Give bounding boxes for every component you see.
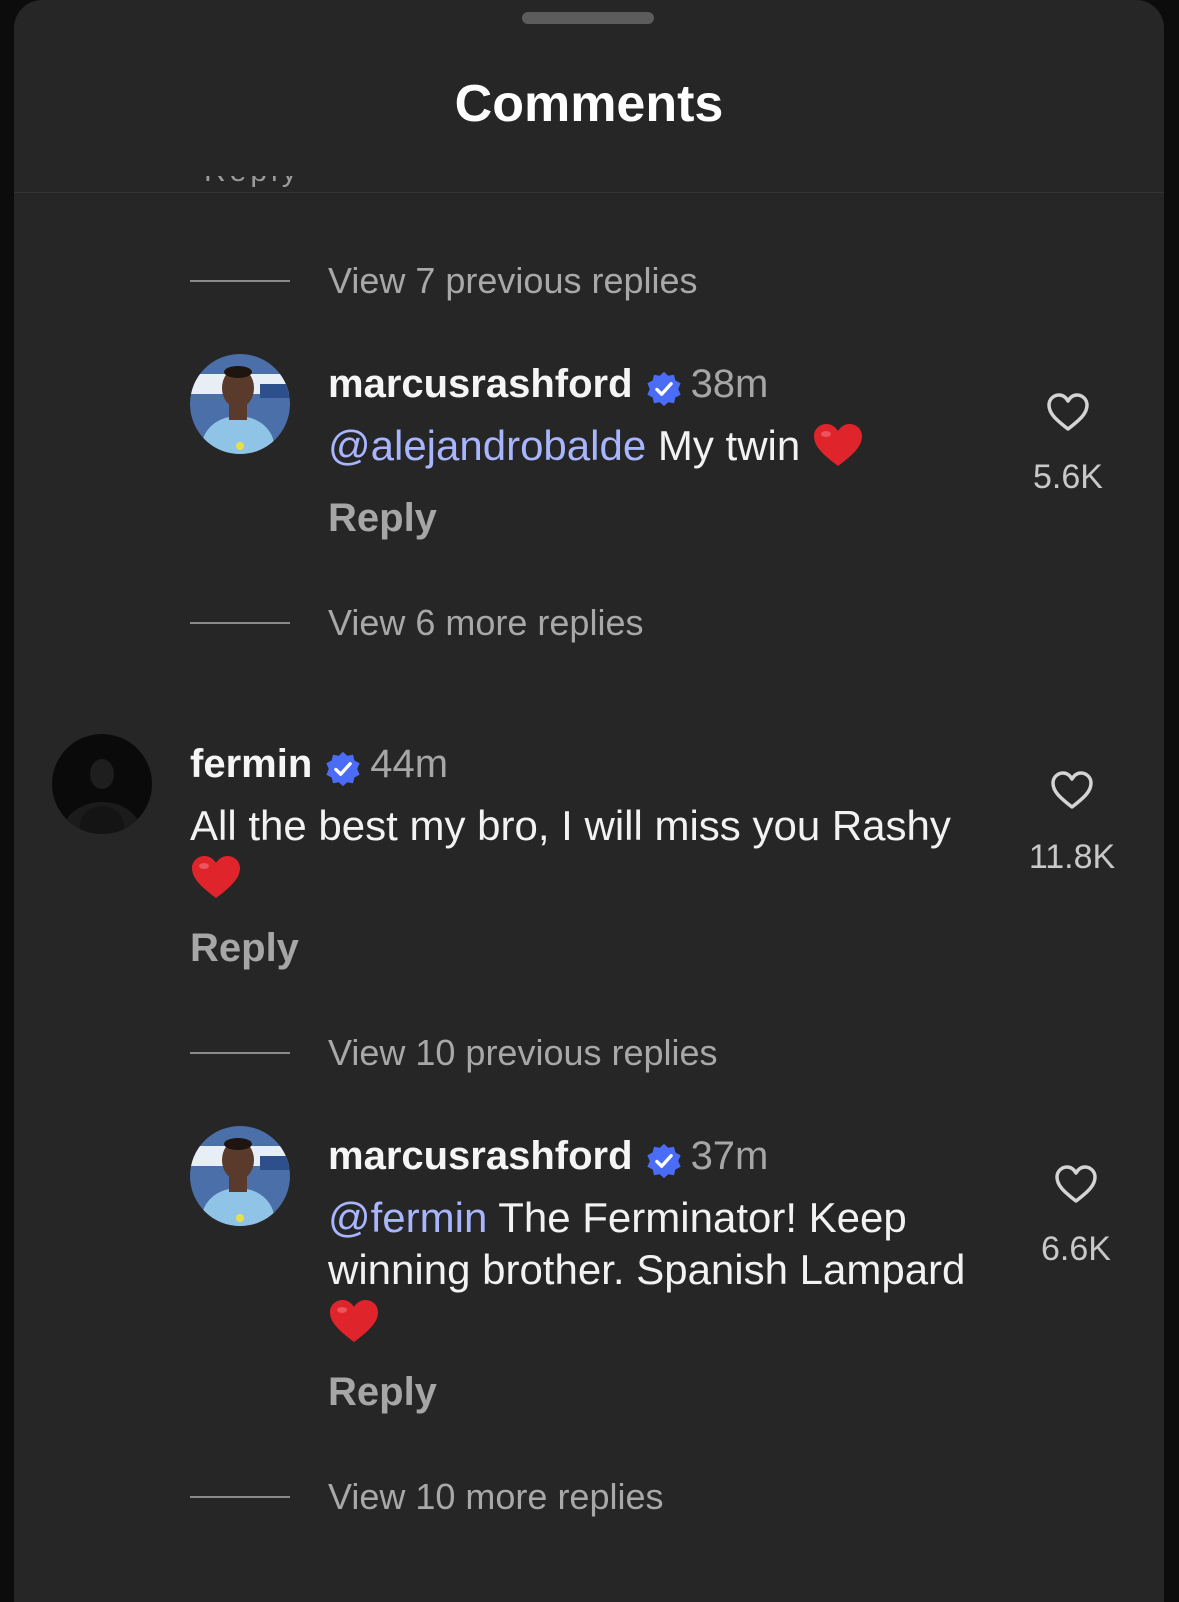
comment-header: marcusrashford 37m	[328, 1134, 768, 1184]
page-title: Comments	[454, 75, 724, 133]
view-more-replies[interactable]: View 10 more replies	[190, 1476, 664, 1518]
username[interactable]: marcusrashford	[328, 362, 633, 406]
comment-header: fermin 44m	[190, 742, 448, 792]
red-heart-emoji	[190, 854, 242, 900]
mention-link[interactable]: @fermin	[328, 1194, 487, 1241]
thread-line	[190, 622, 290, 624]
comment-time: 37m	[690, 1134, 769, 1178]
username[interactable]: fermin	[190, 742, 312, 786]
red-heart-emoji	[812, 422, 864, 468]
like-count: 5.6K	[1033, 458, 1103, 496]
verified-badge-icon	[645, 1142, 683, 1180]
comments-sheet: Comments Reply View 7 previous replies m…	[14, 0, 1164, 1602]
mention-link[interactable]: @alejandrobalde	[328, 422, 646, 469]
avatar-photo	[52, 734, 152, 834]
thread-line	[190, 1496, 290, 1498]
avatar[interactable]	[52, 734, 152, 834]
thread-line	[190, 280, 290, 282]
avatar-photo	[190, 354, 290, 454]
reply-button[interactable]: Reply	[328, 1370, 437, 1415]
comment-text: @alejandrobalde My twin	[328, 420, 864, 472]
view-more-replies[interactable]: View 6 more replies	[190, 602, 643, 644]
verified-badge-icon	[645, 370, 683, 408]
reply-button[interactable]: Reply	[328, 496, 437, 541]
drag-handle[interactable]	[522, 12, 654, 24]
view-previous-replies[interactable]: View 7 previous replies	[190, 260, 698, 302]
avatar[interactable]	[190, 1126, 290, 1226]
heart-outline-icon[interactable]	[1054, 1164, 1098, 1204]
verified-badge-icon	[324, 750, 362, 788]
comment-time: 44m	[370, 742, 449, 786]
red-heart-emoji	[328, 1298, 380, 1344]
like-count: 11.8K	[1028, 838, 1116, 876]
comment-text: All the best my bro, I will miss you Ras…	[190, 800, 1000, 904]
view-previous-replies[interactable]: View 10 previous replies	[190, 1032, 718, 1074]
comment-text: @fermin The Ferminator! Keep winning bro…	[328, 1192, 1018, 1348]
heart-outline-icon[interactable]	[1050, 770, 1094, 810]
reply-button[interactable]: Reply	[190, 926, 299, 971]
avatar[interactable]	[190, 354, 290, 454]
header-divider	[14, 192, 1164, 193]
username[interactable]: marcusrashford	[328, 1134, 633, 1178]
comment-header: marcusrashford 38m	[328, 362, 768, 412]
heart-outline-icon[interactable]	[1046, 392, 1090, 432]
avatar-photo	[190, 1126, 290, 1226]
thread-line	[190, 1052, 290, 1054]
like-count: 6.6K	[1041, 1230, 1111, 1268]
comment-time: 38m	[690, 362, 769, 406]
cutoff-reply-text: Reply	[204, 176, 324, 196]
